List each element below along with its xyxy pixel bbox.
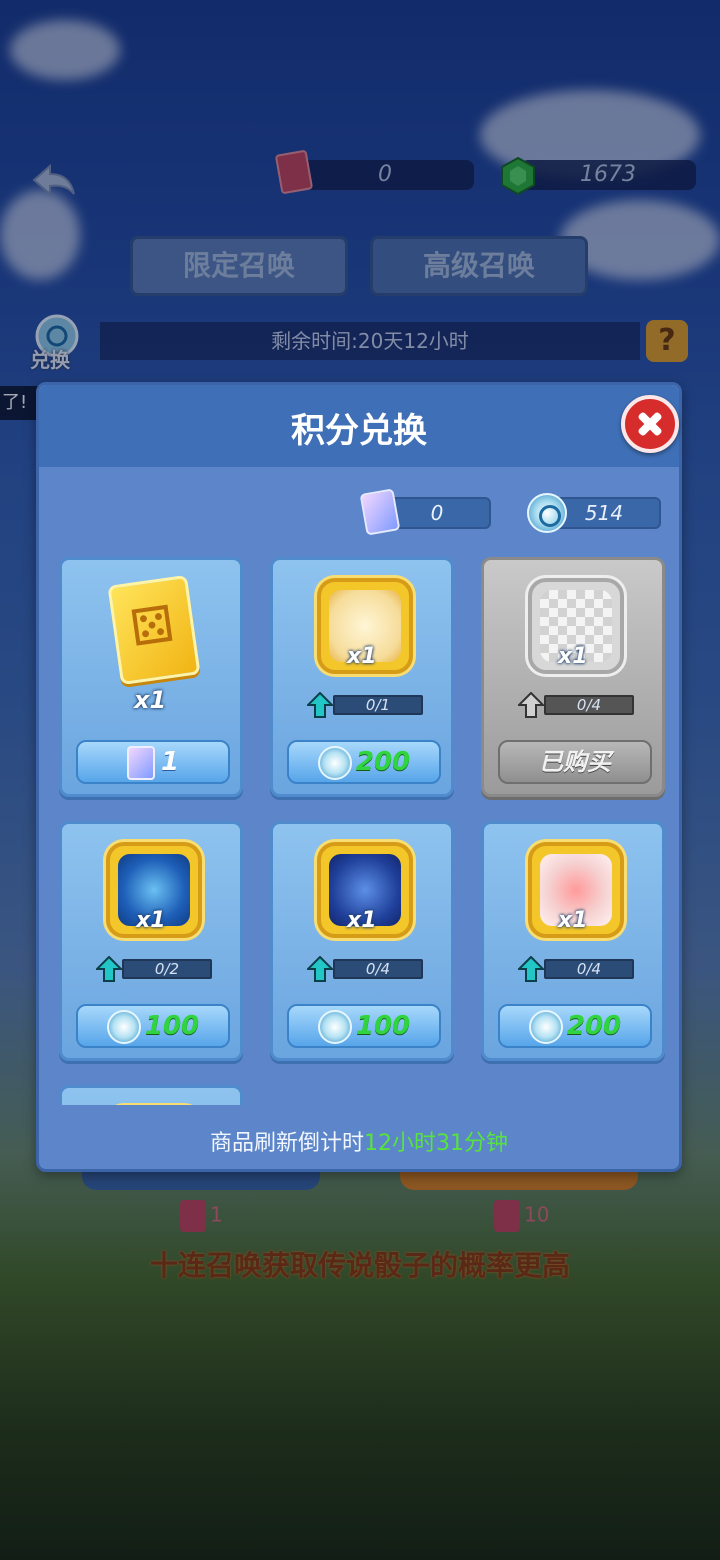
dialog-title: 积分兑换 xyxy=(291,411,427,451)
item-quantity: x1 xyxy=(558,908,588,933)
price-value: 100 xyxy=(144,1011,200,1041)
upgrade-arrow-icon xyxy=(307,692,333,718)
buy-button[interactable]: 100 xyxy=(76,1004,230,1048)
dragon-frame-icon: x1 xyxy=(317,578,413,674)
shop-item[interactable]: x1 0/4 100 xyxy=(270,821,454,1061)
shop-item[interactable]: x1 0/1 200 xyxy=(270,557,454,797)
close-button[interactable] xyxy=(621,395,679,453)
points-icon xyxy=(317,745,352,780)
price-value: 100 xyxy=(355,1011,411,1041)
price-value: 1 xyxy=(160,747,180,777)
points-icon xyxy=(106,1009,141,1044)
purchased-label: 已购买 xyxy=(498,740,652,784)
progress-text: 0/4 xyxy=(544,959,634,979)
upgrade-arrow-icon xyxy=(518,692,544,718)
upgrade-arrow-icon xyxy=(307,956,333,982)
buy-button[interactable]: 1 xyxy=(76,740,230,784)
progress-text: 0/2 xyxy=(122,959,212,979)
upgrade-arrow-icon xyxy=(96,956,122,982)
shop-item[interactable]: x1 1 xyxy=(59,557,243,797)
refresh-time: 12小时31分钟 xyxy=(364,1131,508,1156)
dialog-header: 积分兑换 xyxy=(39,385,679,467)
dice-card-icon xyxy=(107,574,201,686)
shop-item[interactable] xyxy=(59,1085,243,1105)
item-grid[interactable]: x1 1 x1 0/1 200 x1 xyxy=(39,469,679,1105)
shop-item[interactable]: x1 0/4 200 xyxy=(481,821,665,1061)
item-quantity: x1 xyxy=(136,908,166,933)
dragon-frame-icon: x1 xyxy=(317,842,413,938)
upgrade-progress: 0/4 xyxy=(518,956,638,982)
dice-card-icon xyxy=(126,745,155,780)
progress-text: 0/1 xyxy=(333,695,423,715)
progress-text: 0/4 xyxy=(333,959,423,979)
upgrade-progress: 0/2 xyxy=(96,956,216,982)
dragon-frame-icon: x1 xyxy=(528,842,624,938)
buy-button[interactable]: 100 xyxy=(287,1004,441,1048)
buy-button[interactable]: 200 xyxy=(287,740,441,784)
price-value: 200 xyxy=(566,1011,622,1041)
item-quantity: x1 xyxy=(347,908,377,933)
upgrade-progress: 0/4 xyxy=(307,956,427,982)
dragon-frame-icon: x1 xyxy=(106,842,202,938)
points-icon xyxy=(528,1009,563,1044)
item-quantity: x1 xyxy=(347,644,377,669)
item-quantity: x1 xyxy=(134,686,167,714)
upgrade-progress: 0/4 xyxy=(518,692,638,718)
buy-button[interactable]: 200 xyxy=(498,1004,652,1048)
points-exchange-dialog: 积分兑换 0 514 x1 1 x1 0/1 xyxy=(36,382,682,1172)
upgrade-arrow-icon xyxy=(518,956,544,982)
upgrade-progress: 0/1 xyxy=(307,692,427,718)
shop-item[interactable]: x1 0/2 100 xyxy=(59,821,243,1061)
price-value: 200 xyxy=(355,747,411,777)
refresh-label: 商品刷新倒计时 xyxy=(209,1131,364,1156)
progress-text: 0/4 xyxy=(544,695,634,715)
shop-item[interactable]: x1 0/4 已购买 xyxy=(481,557,665,797)
refresh-countdown: 商品刷新倒计时12小时31分钟 xyxy=(39,1125,679,1157)
points-icon xyxy=(317,1009,352,1044)
item-quantity: x1 xyxy=(558,644,588,669)
dragon-frame-icon: x1 xyxy=(528,578,624,674)
